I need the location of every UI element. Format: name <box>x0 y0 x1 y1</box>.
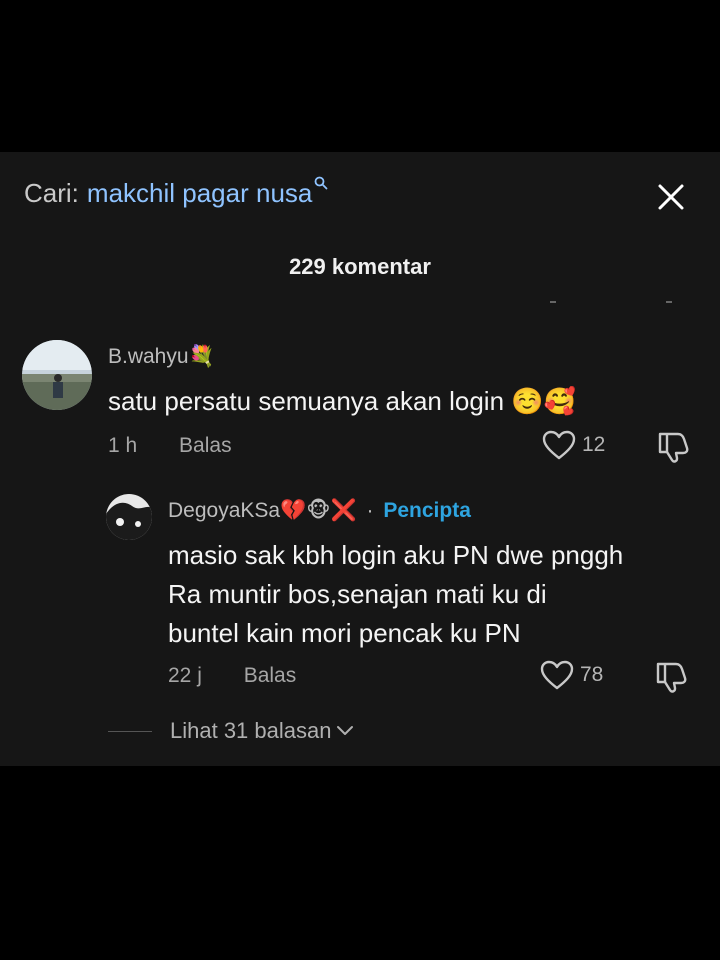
comment-meta: 1 h Balas <box>108 434 232 458</box>
dislike-icon[interactable] <box>656 430 690 464</box>
chevron-down-icon[interactable] <box>335 724 355 738</box>
search-header[interactable]: Cari: makchil pagar nusa <box>24 176 328 214</box>
creator-badge: Pencipta <box>383 499 471 522</box>
reply-username-text[interactable]: DegoyaKSa <box>168 499 280 522</box>
reply-button[interactable]: Balas <box>179 434 232 457</box>
comment-text: satu persatu semuanya akan login ☺️🥰 <box>108 382 576 422</box>
heart-icon[interactable] <box>540 660 574 690</box>
reply-text: masio sak kbh login aku PN dwe pnggh Ra … <box>168 536 623 653</box>
search-icon[interactable] <box>314 166 328 197</box>
reply-meta: 22 j Balas <box>168 664 296 688</box>
reply-avatar[interactable] <box>106 494 152 540</box>
comment-username[interactable]: B.wahyu💐 <box>108 344 215 369</box>
reply-username-emoji: 💔🐵❌ <box>280 498 357 522</box>
view-replies-button[interactable]: Lihat 31 balasan <box>108 718 355 744</box>
reply-username[interactable]: DegoyaKSa💔🐵❌ · Pencipta <box>168 498 471 523</box>
scroll-indicator <box>550 301 672 303</box>
reply-time: 22 j <box>168 664 202 687</box>
like-button[interactable]: 12 <box>542 430 605 460</box>
search-prefix: Cari: <box>24 178 79 208</box>
comment-emoji: ☺️🥰 <box>511 387 577 417</box>
view-replies-divider <box>108 730 152 732</box>
reply-like-button[interactable]: 78 <box>540 660 603 690</box>
username-emoji: 💐 <box>188 344 215 368</box>
reply-like-count: 78 <box>580 663 604 686</box>
avatar[interactable] <box>22 340 92 410</box>
comment-time: 1 h <box>108 434 138 457</box>
username-text[interactable]: B.wahyu <box>108 345 189 368</box>
comment-body: satu persatu semuanya akan login <box>108 386 505 416</box>
comments-panel <box>0 152 720 766</box>
dislike-icon[interactable] <box>654 660 688 694</box>
reply-line-1: masio sak kbh login aku PN dwe pnggh <box>168 540 624 570</box>
reply-reply-button[interactable]: Balas <box>244 664 297 687</box>
close-button[interactable] <box>652 178 690 216</box>
close-icon[interactable] <box>657 183 685 211</box>
view-replies-label[interactable]: Lihat 31 balasan <box>170 718 331 744</box>
like-count: 12 <box>582 433 606 456</box>
search-query[interactable]: makchil pagar nusa <box>87 178 312 209</box>
reply-line-2: Ra muntir bos,senajan mati ku di <box>168 579 547 609</box>
reply-dislike-button[interactable] <box>654 660 688 699</box>
separator-dot: · <box>366 499 374 522</box>
dislike-button[interactable] <box>656 430 690 469</box>
reply-line-3: buntel kain mori pencak ku PN <box>168 618 521 648</box>
heart-icon[interactable] <box>542 430 576 460</box>
comment-count: 229 komentar <box>289 254 431 279</box>
